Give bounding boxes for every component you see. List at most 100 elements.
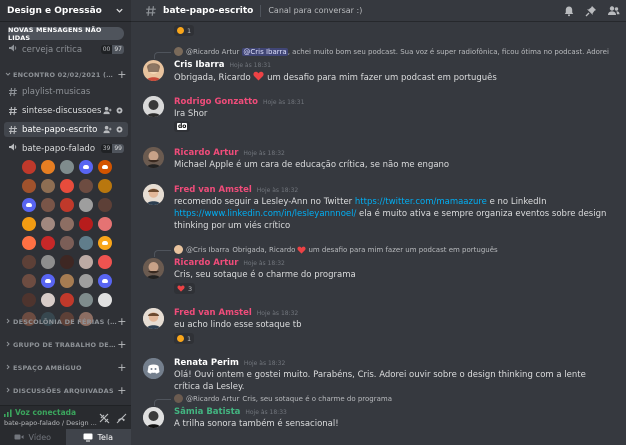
message-author[interactable]: Fred van Amstel Hoje às 18:32 xyxy=(174,308,298,318)
voice-participant-avatar[interactable] xyxy=(41,217,55,231)
voice-participant-avatar[interactable] xyxy=(22,160,36,174)
voice-participant-avatar[interactable] xyxy=(60,179,74,193)
heart-emoji-icon xyxy=(253,71,264,81)
linkedin-link[interactable]: https://www.linkedin.com/in/lesleyannnoe… xyxy=(174,209,356,219)
category-grupo-trabalho[interactable]: GRUPO DE TRABALHO DESIGN S... + xyxy=(0,339,131,351)
message-author[interactable]: Rodrigo Gonzatto Hoje às 18:31 xyxy=(174,97,304,107)
noise-suppression-icon[interactable] xyxy=(99,413,110,424)
chevron-down-icon[interactable] xyxy=(114,6,124,16)
voice-participant-avatar[interactable] xyxy=(79,217,93,231)
server-header[interactable]: Design e Opressão xyxy=(0,0,131,22)
voice-participant-avatar[interactable] xyxy=(22,217,36,231)
voice-participant-avatar[interactable] xyxy=(60,274,74,288)
add-channel-icon[interactable]: + xyxy=(117,339,127,350)
avatar[interactable] xyxy=(143,60,164,81)
voice-participant-avatar[interactable] xyxy=(60,236,74,250)
voice-participant-avatar[interactable] xyxy=(22,274,36,288)
message-author[interactable]: Renata Perim Hoje às 18:32 xyxy=(174,358,285,368)
voice-participant-avatar[interactable] xyxy=(98,198,112,212)
disconnect-icon[interactable] xyxy=(116,413,127,424)
add-channel-icon[interactable]: + xyxy=(117,69,127,80)
voice-participant-avatar[interactable] xyxy=(98,274,112,288)
voice-channel-bate-papo-falado[interactable]: bate-papo-falado 39 99 xyxy=(4,141,128,156)
reply-preview[interactable]: @Ricardo Artur @Cris Ibarra , achei muit… xyxy=(174,47,609,56)
voice-participant-avatar[interactable] xyxy=(98,293,112,307)
message-author[interactable]: Cris Ibarra Hoje às 18:31 xyxy=(174,60,271,70)
voice-participant-avatar[interactable] xyxy=(98,179,112,193)
avatar[interactable] xyxy=(143,147,164,168)
reaction-chip[interactable]: 3 xyxy=(174,283,196,294)
channel-bate-papo-escrito[interactable]: bate-papo-escrito xyxy=(4,122,128,137)
avatar[interactable] xyxy=(143,258,164,279)
category-encontro[interactable]: ENCONTRO 02/02/2021 (18H-20... + xyxy=(0,69,131,81)
heart-eyes-emoji-icon xyxy=(177,335,184,342)
voice-participant-avatar[interactable] xyxy=(22,179,36,193)
channel-sintese-discussoes[interactable]: sintese-discussoes xyxy=(4,103,128,118)
gear-icon[interactable] xyxy=(115,125,124,134)
voice-participant-avatar[interactable] xyxy=(22,236,36,250)
voice-participant-avatar[interactable] xyxy=(79,255,93,269)
voice-participant-avatar[interactable] xyxy=(79,160,93,174)
gear-icon[interactable] xyxy=(115,106,124,115)
avatar[interactable] xyxy=(143,358,164,379)
reply-preview[interactable]: @Cris Ibarra Obrigada, Ricardo um desafi… xyxy=(174,245,498,254)
pin-icon[interactable] xyxy=(585,5,597,17)
add-channel-icon[interactable]: + xyxy=(117,385,127,396)
message-author[interactable]: Sâmia Batista Hoje às 18:33 xyxy=(174,407,287,417)
voice-participant-avatar[interactable] xyxy=(79,293,93,307)
message-author[interactable]: Ricardo Artur Hoje às 18:32 xyxy=(174,148,285,158)
avatar[interactable] xyxy=(143,407,164,428)
voice-participant-avatar[interactable] xyxy=(98,217,112,231)
message-author[interactable]: Fred van Amstel Hoje às 18:32 xyxy=(174,185,298,195)
reaction-chip[interactable]: 1 xyxy=(174,25,195,36)
category-discussoes-arquivadas[interactable]: DISCUSSÕES ARQUIVADAS + xyxy=(0,385,131,397)
members-icon[interactable] xyxy=(607,5,620,17)
voice-participant-avatar[interactable] xyxy=(22,198,36,212)
voice-participant-avatar[interactable] xyxy=(98,255,112,269)
voice-participant-avatar[interactable] xyxy=(60,160,74,174)
voice-participant-avatar[interactable] xyxy=(79,179,93,193)
emoji-icon xyxy=(177,27,184,34)
add-channel-icon[interactable]: + xyxy=(117,316,127,327)
add-member-icon[interactable] xyxy=(103,106,112,115)
voice-participant-avatar[interactable] xyxy=(79,198,93,212)
channel-cerveja-critica[interactable]: cerveja crítica 00 97 xyxy=(4,42,128,57)
voice-participant-avatar[interactable] xyxy=(98,236,112,250)
reaction-chip[interactable]: 1 xyxy=(174,333,195,344)
voice-participant-avatar[interactable] xyxy=(60,198,74,212)
avatar[interactable] xyxy=(143,96,164,117)
avatar[interactable] xyxy=(143,308,164,329)
voice-participant-avatar[interactable] xyxy=(60,255,74,269)
voice-participant-avatar[interactable] xyxy=(22,255,36,269)
avatar[interactable] xyxy=(143,184,164,205)
reaction-chip[interactable]: do xyxy=(174,121,191,132)
voice-participant-avatar[interactable] xyxy=(22,293,36,307)
twitter-link[interactable]: https://twitter.com/mamaazure xyxy=(355,197,487,207)
voice-participant-avatar[interactable] xyxy=(41,179,55,193)
video-button[interactable]: Vídeo xyxy=(0,429,66,445)
voice-participant-avatar[interactable] xyxy=(41,236,55,250)
reply-preview[interactable]: @Ricardo Artur Cris, seu sotaque é o cha… xyxy=(174,394,392,403)
voice-participant-avatar[interactable] xyxy=(41,198,55,212)
server-name: Design e Opressão xyxy=(7,5,102,16)
new-unread-messages-pill[interactable]: NOVAS MENSAGENS NÃO LIDAS xyxy=(8,26,124,42)
category-descolonia[interactable]: DESCOLÔNIA DE FÉRIAS (01/12/2... + xyxy=(0,316,131,328)
voice-participant-avatar[interactable] xyxy=(79,236,93,250)
voice-participant-avatar[interactable] xyxy=(41,255,55,269)
voice-participant-avatar[interactable] xyxy=(79,274,93,288)
mention[interactable]: @Cris Ibarra xyxy=(242,47,288,56)
bell-icon[interactable] xyxy=(563,5,575,17)
channel-playlist-musicas[interactable]: playlist-musicas xyxy=(4,84,128,99)
add-member-icon[interactable] xyxy=(103,125,112,134)
chevron-right-icon xyxy=(5,341,11,349)
category-espaco-ambiguo[interactable]: ESPAÇO AMBÍGUO + xyxy=(0,362,131,374)
message-author[interactable]: Ricardo Artur Hoje às 18:32 xyxy=(174,258,285,268)
voice-participant-avatar[interactable] xyxy=(41,160,55,174)
voice-participant-avatar[interactable] xyxy=(60,293,74,307)
voice-participant-avatar[interactable] xyxy=(41,274,55,288)
screen-share-button[interactable]: Tela xyxy=(65,429,131,445)
add-channel-icon[interactable]: + xyxy=(117,362,127,373)
voice-participant-avatar[interactable] xyxy=(98,160,112,174)
voice-participant-avatar[interactable] xyxy=(41,293,55,307)
voice-participant-avatar[interactable] xyxy=(60,217,74,231)
